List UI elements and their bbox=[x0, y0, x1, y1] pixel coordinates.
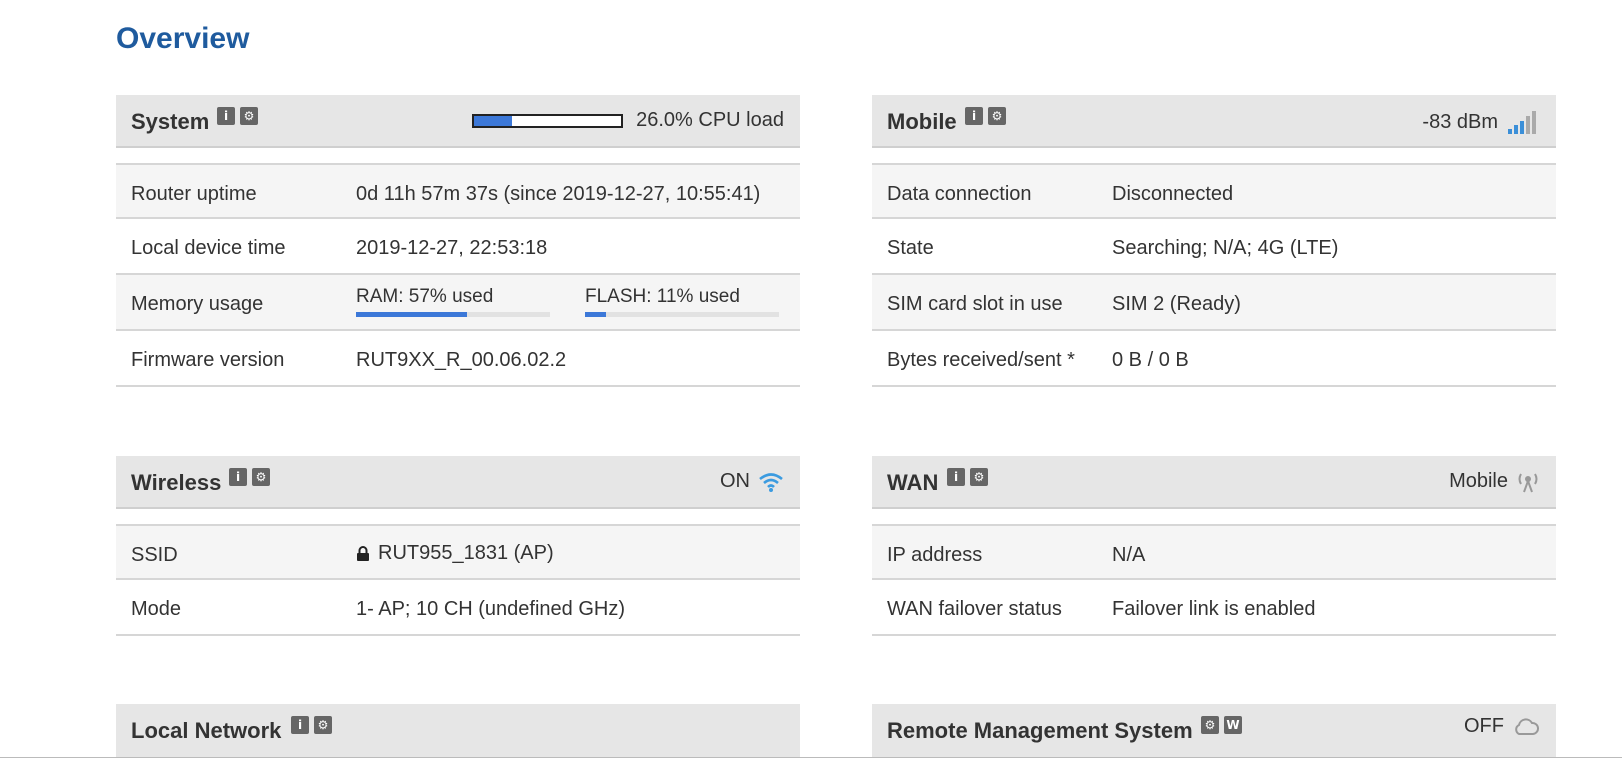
table-row: Memory usage RAM: 57% used FLASH: 11% us… bbox=[116, 275, 800, 331]
cpu-load-bar bbox=[472, 113, 624, 128]
flash-usage-fill bbox=[585, 312, 607, 317]
rms-status: OFF bbox=[1464, 715, 1540, 738]
row-label: Memory usage bbox=[131, 293, 264, 315]
flash-usage-text: FLASH: 11% used bbox=[585, 286, 740, 307]
mobile-panel: Mobile i ⚙ -83 dBm Data connection Disco… bbox=[872, 95, 1556, 387]
ram-usage-fill bbox=[356, 312, 467, 317]
cpu-load-status: 26.0% CPU load bbox=[472, 109, 784, 132]
rms-panel-header: Remote Management System ⚙ W OFF bbox=[872, 704, 1556, 757]
ram-usage: RAM: 57% used bbox=[356, 286, 550, 317]
row-label: WAN failover status bbox=[887, 598, 1062, 620]
ram-usage-bar bbox=[356, 312, 550, 317]
signal-strength-text: -83 dBm bbox=[1422, 110, 1498, 133]
wan-status-text: Mobile bbox=[1449, 470, 1508, 492]
cloud-icon bbox=[1515, 717, 1539, 735]
settings-icon[interactable]: ⚙ bbox=[1201, 716, 1219, 734]
wireless-status-text: ON bbox=[720, 470, 750, 492]
system-panel: System i ⚙ 26.0% CPU load Router uptime … bbox=[116, 95, 800, 387]
page-title: Overview bbox=[116, 22, 250, 55]
row-label: State bbox=[887, 237, 934, 259]
local-network-panel: Local Network i ⚙ bbox=[116, 704, 800, 757]
table-row: WAN failover status Failover link is ena… bbox=[872, 580, 1556, 636]
row-value: 0d 11h 57m 37s (since 2019-12-27, 10:55:… bbox=[356, 183, 761, 205]
ssid-value: RUT955_1831 (AP) bbox=[378, 542, 554, 564]
row-value: 1- AP; 10 CH (undefined GHz) bbox=[356, 598, 626, 620]
row-value: 2019-12-27, 22:53:18 bbox=[356, 237, 548, 259]
row-value: RUT955_1831 (AP) bbox=[356, 542, 554, 565]
table-row: IP address N/A bbox=[872, 524, 1556, 580]
row-value: SIM 2 (Ready) bbox=[1112, 293, 1241, 315]
signal-status: -83 dBm bbox=[1422, 109, 1540, 135]
row-label: IP address bbox=[887, 544, 983, 566]
wireless-panel-header: Wireless i ⚙ ON bbox=[116, 456, 800, 509]
row-label: Firmware version bbox=[131, 349, 285, 371]
wan-title: WAN bbox=[887, 470, 939, 495]
wan-status: Mobile bbox=[1449, 470, 1540, 493]
table-row: State Searching; N/A; 4G (LTE) bbox=[872, 219, 1556, 275]
table-row: SIM card slot in use SIM 2 (Ready) bbox=[872, 275, 1556, 331]
table-row: Mode 1- AP; 10 CH (undefined GHz) bbox=[116, 580, 800, 636]
row-label: Router uptime bbox=[131, 183, 257, 205]
row-value: RUT9XX_R_00.06.02.2 bbox=[356, 349, 567, 371]
wifi-icon bbox=[759, 472, 783, 492]
table-row: Data connection Disconnected bbox=[872, 163, 1556, 219]
table-row: Local device time 2019-12-27, 22:53:18 bbox=[116, 219, 800, 275]
row-label: Local device time bbox=[131, 237, 286, 259]
row-value: Failover link is enabled bbox=[1112, 598, 1316, 620]
settings-icon[interactable]: ⚙ bbox=[988, 107, 1006, 125]
signal-bars-icon bbox=[1508, 111, 1536, 134]
web-icon[interactable]: W bbox=[1224, 716, 1242, 734]
row-value: 0 B / 0 B bbox=[1112, 349, 1189, 371]
row-value: Disconnected bbox=[1112, 183, 1234, 205]
system-title: System bbox=[131, 109, 210, 134]
settings-icon[interactable]: ⚙ bbox=[240, 107, 258, 125]
system-panel-header: System i ⚙ 26.0% CPU load bbox=[116, 95, 800, 148]
flash-usage-bar bbox=[585, 312, 779, 317]
mobile-panel-header: Mobile i ⚙ -83 dBm bbox=[872, 95, 1556, 148]
table-row: Bytes received/sent * 0 B / 0 B bbox=[872, 331, 1556, 387]
info-icon[interactable]: i bbox=[217, 107, 235, 125]
row-value: Searching; N/A; 4G (LTE) bbox=[1112, 237, 1339, 259]
wan-panel-header: WAN i ⚙ Mobile bbox=[872, 456, 1556, 509]
info-icon[interactable]: i bbox=[947, 468, 965, 486]
rms-title: Remote Management System bbox=[887, 718, 1193, 743]
table-row: Router uptime 0d 11h 57m 37s (since 2019… bbox=[116, 163, 800, 219]
wireless-status: ON bbox=[720, 470, 784, 493]
info-icon[interactable]: i bbox=[291, 716, 309, 734]
info-icon[interactable]: i bbox=[229, 468, 247, 486]
row-label: SIM card slot in use bbox=[887, 293, 1063, 315]
antenna-icon bbox=[1518, 472, 1538, 492]
wireless-panel: Wireless i ⚙ ON SSID RUT955_1831 (AP) Mo… bbox=[116, 456, 800, 636]
local-network-panel-header: Local Network i ⚙ bbox=[116, 704, 800, 757]
row-label: SSID bbox=[131, 544, 178, 566]
row-label: Data connection bbox=[887, 183, 1032, 205]
wireless-title: Wireless bbox=[131, 470, 222, 495]
local-network-title: Local Network bbox=[131, 718, 282, 743]
cpu-load-fill bbox=[474, 115, 513, 126]
flash-usage: FLASH: 11% used bbox=[585, 286, 779, 317]
divider bbox=[0, 757, 1622, 758]
table-row: Firmware version RUT9XX_R_00.06.02.2 bbox=[116, 331, 800, 387]
mobile-title: Mobile bbox=[887, 109, 957, 134]
table-row: SSID RUT955_1831 (AP) bbox=[116, 524, 800, 580]
cpu-load-text: 26.0% CPU load bbox=[636, 109, 784, 131]
rms-status-text: OFF bbox=[1464, 715, 1504, 737]
row-label: Bytes received/sent * bbox=[887, 349, 1075, 371]
ram-usage-text: RAM: 57% used bbox=[356, 286, 494, 307]
settings-icon[interactable]: ⚙ bbox=[970, 468, 988, 486]
rms-panel: Remote Management System ⚙ W OFF bbox=[872, 704, 1556, 757]
wan-panel: WAN i ⚙ Mobile IP address N/A WAN failov… bbox=[872, 456, 1556, 636]
row-label: Mode bbox=[131, 598, 182, 620]
settings-icon[interactable]: ⚙ bbox=[252, 468, 270, 486]
row-value: N/A bbox=[1112, 544, 1146, 566]
settings-icon[interactable]: ⚙ bbox=[314, 716, 332, 734]
info-icon[interactable]: i bbox=[965, 107, 983, 125]
lock-icon bbox=[357, 545, 369, 561]
